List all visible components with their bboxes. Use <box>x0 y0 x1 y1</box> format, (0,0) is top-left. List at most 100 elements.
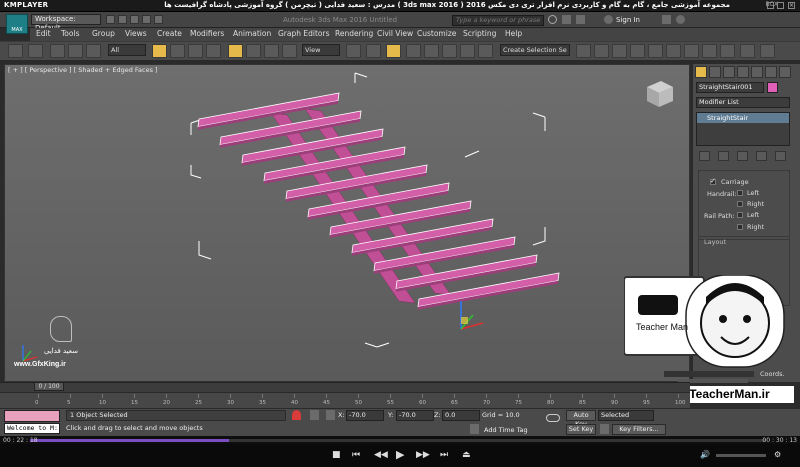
handrail-right-checkbox[interactable] <box>737 201 743 207</box>
unlink-icon[interactable] <box>68 44 83 58</box>
select-and-link-icon[interactable] <box>50 44 65 58</box>
modify-tab-icon[interactable] <box>709 66 721 78</box>
y-coordinate-field[interactable]: -70.0 <box>396 410 434 421</box>
undo-icon[interactable] <box>142 15 151 24</box>
motion-tab-icon[interactable] <box>737 66 749 78</box>
maxscript-listener-pink[interactable] <box>4 410 60 422</box>
x-coordinate-field[interactable]: -70.0 <box>346 410 384 421</box>
save-file-icon[interactable] <box>130 15 139 24</box>
time-slider[interactable] <box>0 382 690 392</box>
layer-manager-icon[interactable] <box>612 44 627 58</box>
percent-snap-icon[interactable] <box>442 44 457 58</box>
sign-in-button[interactable]: Sign In <box>616 16 640 24</box>
select-and-rotate-icon[interactable] <box>246 44 261 58</box>
carriage-checkbox[interactable] <box>710 177 716 185</box>
menu-edit[interactable]: Edit <box>36 29 51 38</box>
snaps-toggle-icon[interactable] <box>406 44 421 58</box>
redo-button[interactable] <box>28 44 43 58</box>
select-object-icon[interactable] <box>152 44 167 58</box>
selection-lock-icon[interactable] <box>310 410 319 420</box>
configure-sets-icon[interactable] <box>775 151 786 161</box>
menu-group[interactable]: Group <box>92 29 115 38</box>
new-file-icon[interactable] <box>106 15 115 24</box>
previous-icon[interactable]: ⏮ <box>352 450 360 460</box>
favorites-icon[interactable] <box>562 15 571 24</box>
volume-icon[interactable]: 🔊 <box>700 450 710 459</box>
menu-tools[interactable]: Tools <box>61 29 79 38</box>
menu-scripting[interactable]: Scripting <box>463 29 496 38</box>
named-selection-icon[interactable] <box>478 44 493 58</box>
minimize-icon[interactable] <box>767 2 774 9</box>
stop-icon[interactable]: ■ <box>332 450 341 460</box>
play-icon[interactable]: ▶ <box>396 448 404 461</box>
menu-help[interactable]: Help <box>505 29 522 38</box>
mirror-icon[interactable] <box>576 44 591 58</box>
viewport-label[interactable]: [ + ] [ Perspective ] [ Shaded + Edged F… <box>8 66 158 74</box>
maximize-icon[interactable] <box>777 2 784 9</box>
star-icon[interactable] <box>576 15 585 24</box>
key-mode-icon[interactable] <box>600 424 609 434</box>
menu-modifiers[interactable]: Modifiers <box>190 29 224 38</box>
select-and-place-icon[interactable] <box>282 44 297 58</box>
render-production-icon[interactable] <box>740 44 755 58</box>
eject-icon[interactable]: ⏏ <box>462 450 471 460</box>
curve-editor-icon[interactable] <box>648 44 663 58</box>
help-icon[interactable] <box>676 15 685 24</box>
menu-graph-editors[interactable]: Graph Editors <box>278 29 330 38</box>
selection-filter-dropdown[interactable]: All <box>108 44 146 56</box>
fast-forward-icon[interactable]: ▶▶ <box>416 450 430 460</box>
window-crossing-icon[interactable] <box>206 44 221 58</box>
rect-selection-icon[interactable] <box>188 44 203 58</box>
select-and-scale-icon[interactable] <box>264 44 279 58</box>
search-input[interactable]: Type a keyword or phrase <box>452 15 544 26</box>
a360-render-icon[interactable] <box>760 44 775 58</box>
viewport-shading-label[interactable]: [ Shaded + Edged Faces ] <box>74 66 158 74</box>
modifier-list-dropdown[interactable]: Modifier List <box>696 97 790 108</box>
key-selection-dropdown[interactable]: Selected <box>598 410 654 421</box>
display-tab-icon[interactable] <box>751 66 763 78</box>
key-icon[interactable] <box>546 414 560 422</box>
menu-rendering[interactable]: Rendering <box>335 29 373 38</box>
user-icon[interactable] <box>604 15 613 24</box>
viewport-pov-label[interactable]: [ Perspective ] <box>25 66 72 74</box>
rendered-frame-icon[interactable] <box>702 44 717 58</box>
modifier-stack-item[interactable]: StraightStair <box>697 113 789 123</box>
make-unique-icon[interactable] <box>737 151 748 161</box>
isolate-selection-icon[interactable] <box>292 410 301 420</box>
create-tab-icon[interactable] <box>695 66 707 78</box>
auto-key-button[interactable]: Auto Key <box>566 410 596 428</box>
railpath-left-checkbox[interactable] <box>737 212 743 218</box>
redo-icon[interactable] <box>154 15 163 24</box>
move-gizmo[interactable] <box>460 301 484 330</box>
manipulate-icon[interactable] <box>366 44 381 58</box>
menu-create[interactable]: Create <box>157 29 182 38</box>
set-key-button[interactable]: Set Key <box>566 424 596 435</box>
render-icon[interactable] <box>720 44 735 58</box>
time-slider-thumb[interactable]: 0 / 100 <box>34 382 64 391</box>
settings-icon[interactable]: ⚙ <box>774 450 781 459</box>
render-setup-icon[interactable] <box>684 44 699 58</box>
scene-explorer-icon[interactable] <box>630 44 645 58</box>
object-color-swatch[interactable] <box>767 82 778 93</box>
max-app-button[interactable]: MAX <box>6 14 28 34</box>
open-file-icon[interactable] <box>118 15 127 24</box>
undo-button[interactable] <box>8 44 23 58</box>
exchange-icon[interactable] <box>662 15 671 24</box>
menu-views[interactable]: Views <box>125 29 147 38</box>
keyboard-shortcut-icon[interactable] <box>386 44 401 58</box>
align-icon[interactable] <box>594 44 609 58</box>
menu-customize[interactable]: Customize <box>417 29 456 38</box>
z-coordinate-field[interactable]: 0.0 <box>442 410 480 421</box>
object-name-field[interactable]: StraightStair001 <box>696 82 764 93</box>
viewport-menu-plus[interactable]: [ + ] <box>8 66 23 74</box>
handrail-left-checkbox[interactable] <box>737 190 743 196</box>
spinner-snap-icon[interactable] <box>460 44 475 58</box>
time-tag-icon[interactable] <box>470 424 479 434</box>
maxscript-listener-field[interactable]: Welcome to M: <box>4 423 60 434</box>
search-icon[interactable] <box>548 15 557 24</box>
show-end-result-icon[interactable] <box>718 151 729 161</box>
perspective-viewport[interactable] <box>4 64 690 382</box>
menu-animation[interactable]: Animation <box>233 29 271 38</box>
absolute-mode-icon[interactable] <box>326 410 335 420</box>
angle-snap-icon[interactable] <box>424 44 439 58</box>
